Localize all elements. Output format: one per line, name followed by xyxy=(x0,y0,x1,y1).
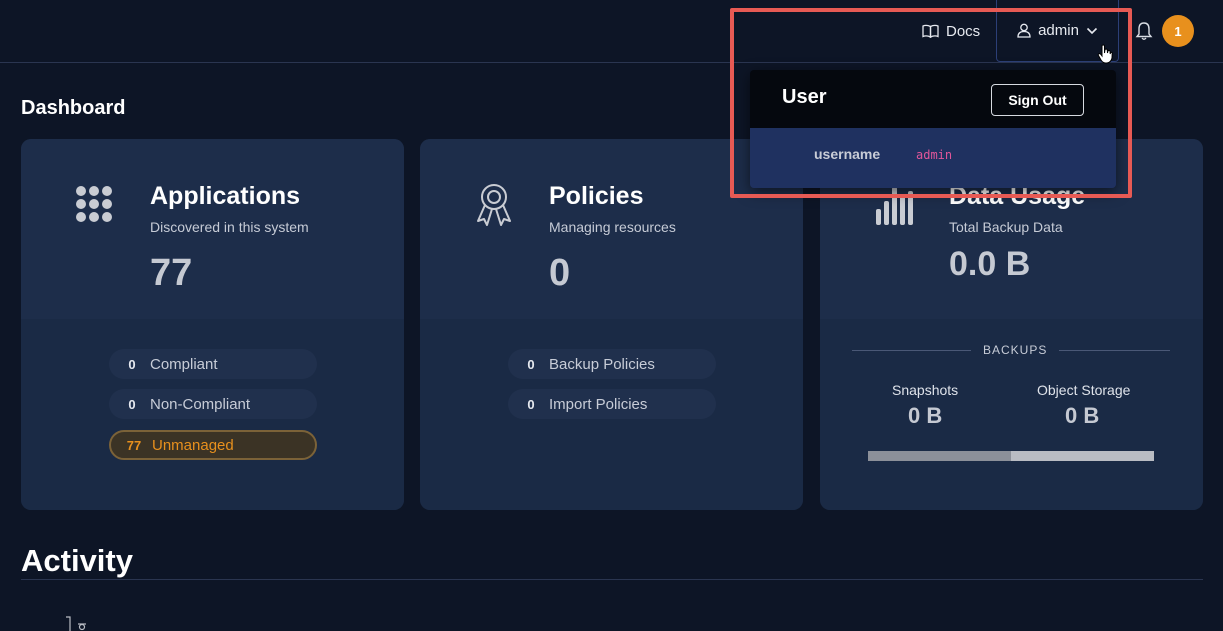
sign-out-button[interactable]: Sign Out xyxy=(991,84,1084,116)
activity-divider xyxy=(21,579,1203,580)
import-policies-pill[interactable]: 0 Import Policies xyxy=(508,389,716,419)
user-dropdown-header: User Sign Out xyxy=(750,70,1116,128)
applications-count: 77 xyxy=(150,252,193,294)
card-title: Policies xyxy=(549,182,644,210)
backups-label: BACKUPS xyxy=(971,343,1060,357)
user-menu-label: admin xyxy=(1038,22,1079,39)
snapshots-label: Snapshots xyxy=(892,382,959,398)
username-value: admin xyxy=(916,148,953,162)
pill-label: Backup Policies xyxy=(549,355,655,373)
card-title: Applications xyxy=(150,182,301,210)
page-title: Dashboard xyxy=(21,97,126,119)
chevron-down-icon xyxy=(1086,27,1097,34)
user-dropdown-menu: User Sign Out username admin xyxy=(750,70,1116,188)
pill-count: 0 xyxy=(527,356,535,372)
username-key: username xyxy=(814,146,881,162)
backup-policies-pill[interactable]: 0 Backup Policies xyxy=(508,349,716,379)
pill-count: 77 xyxy=(126,437,142,453)
award-ribbon-icon xyxy=(477,184,511,226)
snapshots-bar-segment xyxy=(868,451,1011,461)
pill-count: 0 xyxy=(527,396,535,412)
pill-count: 0 xyxy=(128,396,136,412)
user-dropdown-body: username admin xyxy=(750,128,1116,188)
book-icon xyxy=(922,24,939,38)
bar-chart-icon xyxy=(876,187,913,225)
usage-bar xyxy=(868,451,1154,461)
policies-count: 0 xyxy=(549,252,571,294)
pill-label: Import Policies xyxy=(549,395,648,413)
data-usage-total: 0.0 B xyxy=(949,245,1031,283)
apps-grid-icon xyxy=(76,186,112,222)
object-storage-value: 0 B xyxy=(1065,403,1100,428)
activity-title: Activity xyxy=(21,543,133,578)
user-icon xyxy=(1017,23,1031,38)
docs-label: Docs xyxy=(946,22,981,40)
user-dropdown-title: User xyxy=(782,86,827,108)
non-compliant-pill[interactable]: 0 Non-Compliant xyxy=(109,389,317,419)
compliant-pill[interactable]: 0 Compliant xyxy=(109,349,317,379)
data-usage-card[interactable]: Data Usage Total Backup Data 0.0 B BACKU… xyxy=(820,139,1203,510)
card-subtitle: Managing resources xyxy=(549,219,676,235)
object-storage-label: Object Storage xyxy=(1037,382,1131,398)
notification-badge[interactable]: 1 xyxy=(1162,15,1194,47)
card-subtitle: Total Backup Data xyxy=(949,219,1063,235)
user-menu-button[interactable]: admin xyxy=(996,0,1119,62)
pill-label: Non-Compliant xyxy=(150,395,251,413)
docs-link[interactable]: Docs xyxy=(922,20,980,42)
pill-label: Compliant xyxy=(150,355,218,373)
snapshots-value: 0 B xyxy=(908,403,943,428)
card-subtitle: Discovered in this system xyxy=(150,219,309,235)
unmanaged-pill[interactable]: 77 Unmanaged xyxy=(109,430,317,460)
applications-card[interactable]: Applications Discovered in this system 7… xyxy=(21,139,404,510)
bell-icon[interactable] xyxy=(1135,21,1153,41)
tree-branch-icon xyxy=(66,616,86,631)
top-bar: Docs admin 1 xyxy=(0,0,1223,63)
policies-card[interactable]: Policies Managing resources 0 0 Backup P… xyxy=(420,139,803,510)
pill-count: 0 xyxy=(128,356,136,372)
pill-label: Unmanaged xyxy=(152,436,234,454)
